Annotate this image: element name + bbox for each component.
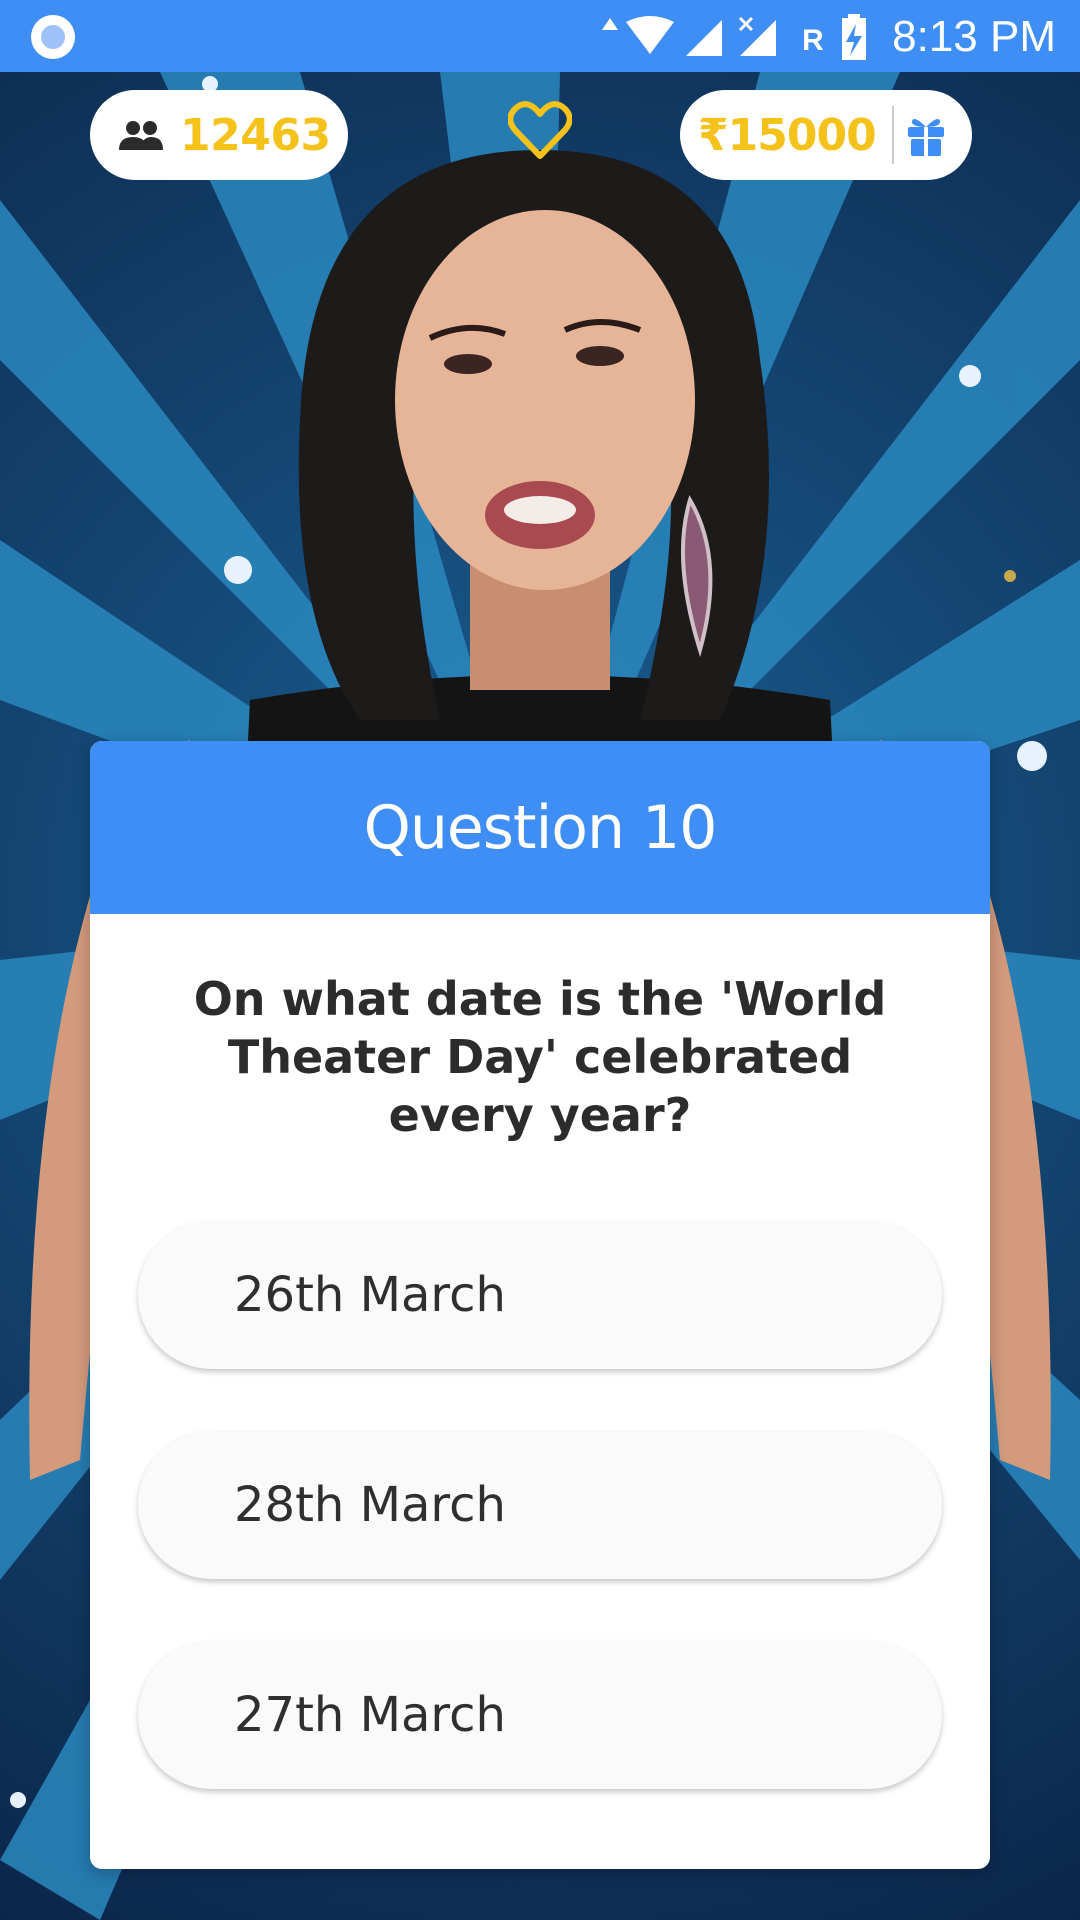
answer-option-label: 26th March bbox=[234, 1267, 506, 1323]
status-bar: R 8:13 PM bbox=[0, 0, 1080, 72]
notification-circle-icon bbox=[31, 15, 75, 59]
data-arrows-icon bbox=[602, 18, 618, 30]
wifi-icon bbox=[626, 16, 674, 54]
prize-amount: ₹15000 bbox=[698, 109, 877, 161]
signal-icon bbox=[686, 20, 722, 56]
answer-option-2[interactable]: 28th March bbox=[138, 1431, 942, 1579]
answer-option-label: 27th March bbox=[234, 1687, 506, 1743]
battery-charging-icon bbox=[842, 14, 866, 60]
people-icon bbox=[119, 121, 163, 150]
answer-option-label: 28th March bbox=[234, 1477, 506, 1533]
question-number: Question 10 bbox=[363, 792, 718, 863]
answer-option-3[interactable]: 27th March bbox=[138, 1641, 942, 1789]
status-time: 8:13 PM bbox=[892, 12, 1056, 61]
viewers-count-pill: 12463 bbox=[90, 90, 348, 180]
answer-option-1[interactable]: 26th March bbox=[138, 1221, 942, 1369]
viewers-count: 12463 bbox=[180, 109, 331, 161]
prize-divider bbox=[891, 106, 894, 164]
prize-pill[interactable]: ₹15000 bbox=[680, 90, 972, 180]
status-icons: R bbox=[602, 14, 866, 60]
heart-icon[interactable] bbox=[508, 100, 572, 160]
gift-icon[interactable] bbox=[906, 113, 946, 157]
question-card: Question 10 On what date is the 'World T… bbox=[90, 741, 990, 1869]
question-header: Question 10 bbox=[90, 741, 990, 914]
answer-options: 26th March 28th March 27th March bbox=[138, 1221, 942, 1851]
quiz-screen: R 8:13 PM 12463 ₹15000 Question 10 On wh… bbox=[0, 0, 1080, 1920]
roaming-indicator: R bbox=[802, 24, 824, 57]
question-text: On what date is the 'World Theater Day' … bbox=[193, 972, 887, 1142]
signal-no-sim-icon bbox=[738, 16, 776, 56]
